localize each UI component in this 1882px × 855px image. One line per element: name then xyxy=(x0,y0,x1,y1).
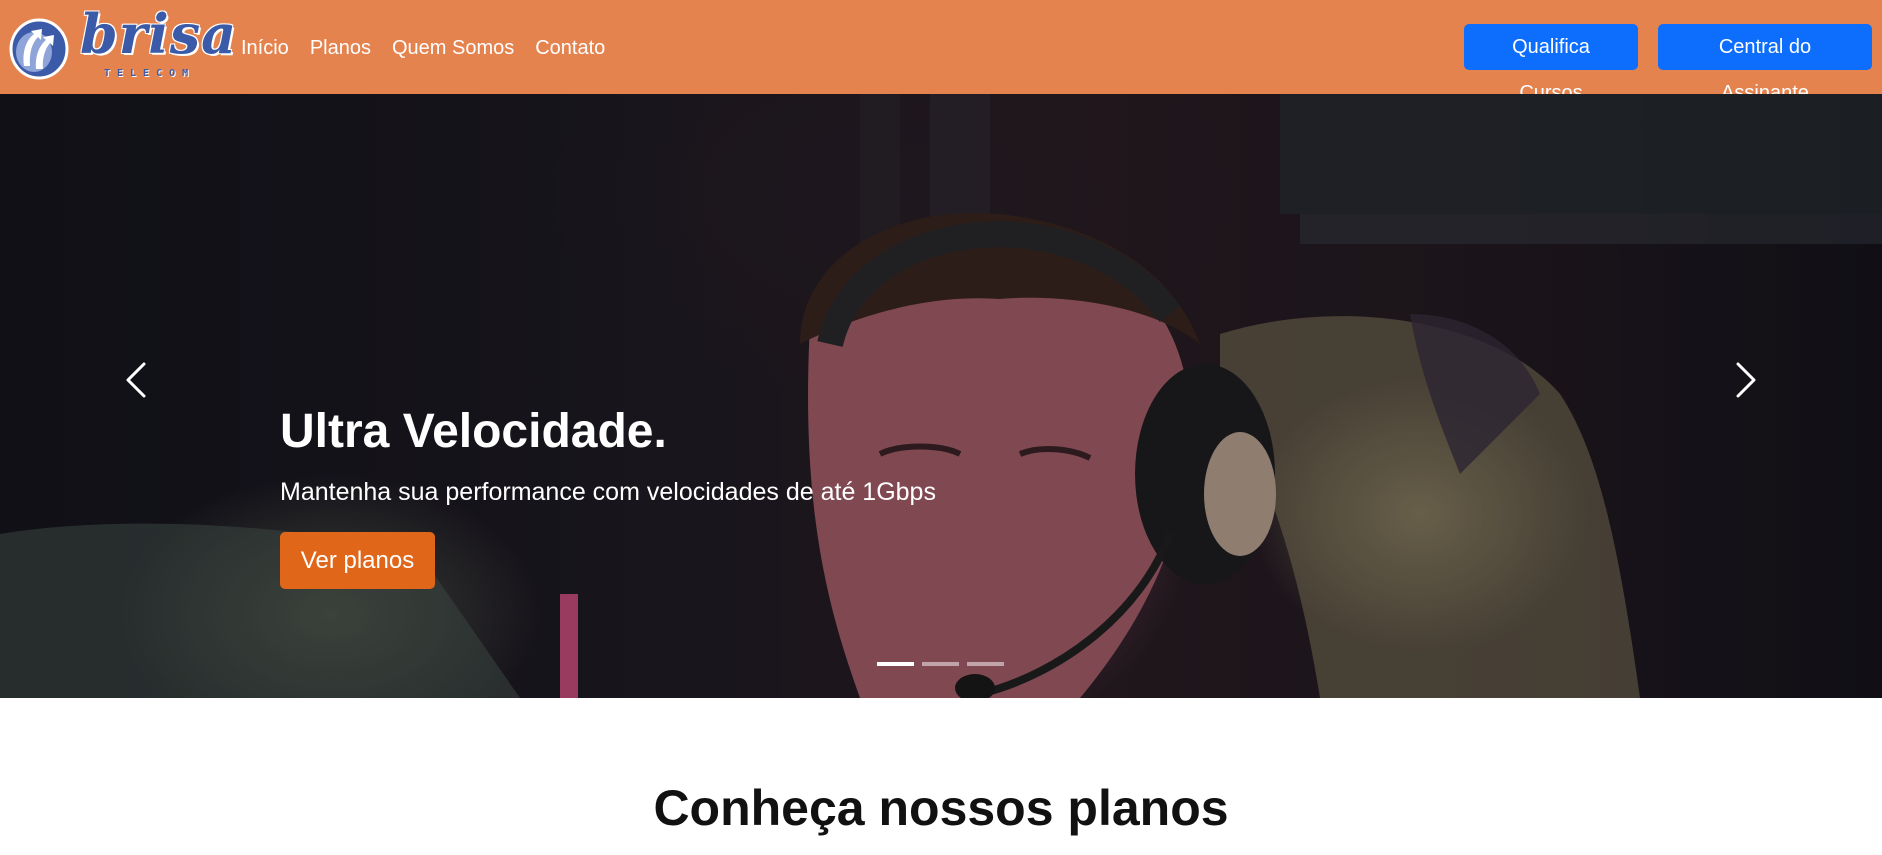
carousel-indicators xyxy=(877,662,1004,666)
central-assinante-button[interactable]: Central do Assinante xyxy=(1658,24,1872,104)
carousel-indicator-1[interactable] xyxy=(877,662,914,666)
navbar: brisa TELECOM Início Planos Quem Somos C… xyxy=(0,0,1882,104)
nav-link-quem-somos[interactable]: Quem Somos xyxy=(392,36,514,60)
logo-subtitle: TELECOM xyxy=(104,68,196,79)
brand-logo[interactable]: brisa TELECOM xyxy=(8,2,236,84)
hero-subtitle: Mantenha sua performance com velocidades… xyxy=(280,478,936,506)
carousel-next-chevron-right-icon[interactable] xyxy=(1722,358,1766,402)
hero-overlay xyxy=(0,94,1882,698)
carousel-indicator-3[interactable] xyxy=(967,662,1004,666)
qualifica-cursos-button[interactable]: Qualifica Cursos xyxy=(1464,24,1638,104)
ver-planos-button[interactable]: Ver planos xyxy=(280,532,435,589)
nav-link-planos[interactable]: Planos xyxy=(310,36,371,60)
logo-wordmark: brisa xyxy=(80,2,238,66)
nav-link-contato[interactable]: Contato xyxy=(535,36,605,60)
logo-arrows-icon xyxy=(9,18,69,80)
main-nav: Início Planos Quem Somos Contato xyxy=(241,36,626,60)
carousel-prev-chevron-left-icon[interactable] xyxy=(116,358,160,402)
hero-carousel: Ultra Velocidade. Mantenha sua performan… xyxy=(0,94,1882,698)
plans-heading: Conheça nossos planos xyxy=(653,780,1229,836)
hero-title: Ultra Velocidade. xyxy=(280,405,667,458)
carousel-indicator-2[interactable] xyxy=(922,662,959,666)
nav-link-inicio[interactable]: Início xyxy=(241,36,289,60)
